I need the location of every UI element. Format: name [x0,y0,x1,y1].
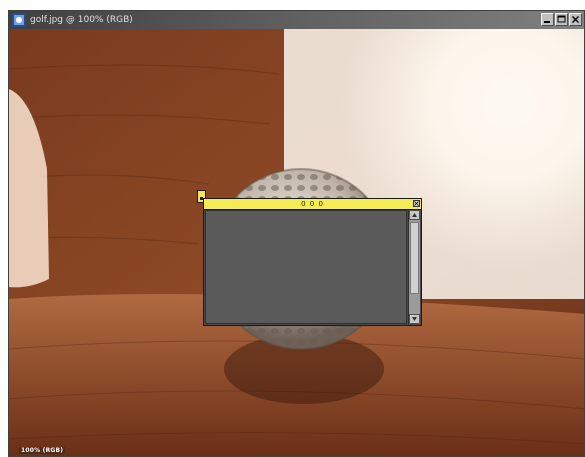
maximize-icon [557,15,566,23]
palette-scrollbar[interactable] [408,210,420,324]
scroll-down-button[interactable] [409,314,420,324]
window-controls [541,13,582,26]
zoom-readout: 100% (RGB) [19,447,66,454]
scroll-thumb[interactable] [410,222,419,294]
document-icon [12,13,26,27]
close-icon [571,15,580,24]
minimize-icon [544,21,550,23]
document-titlebar[interactable]: golf.jpg @ 100% (RGB) [9,11,584,29]
palette-content-area[interactable] [205,210,407,324]
maximize-button[interactable] [555,13,568,26]
palette-titlebar[interactable]: 0 0 0 [204,199,421,210]
arrow-down-icon [412,317,417,321]
close-icon [414,201,419,206]
palette-close-button[interactable] [413,200,420,207]
close-button[interactable] [569,13,582,26]
palette-frame: 0 0 0 [203,198,422,326]
arrow-up-icon [412,213,417,217]
document-title: golf.jpg @ 100% (RGB) [30,15,133,25]
scroll-up-button[interactable] [409,210,420,220]
floating-palette[interactable]: 0 0 0 [197,190,426,326]
palette-title: 0 0 0 [301,200,324,208]
minimize-button[interactable] [541,13,554,26]
